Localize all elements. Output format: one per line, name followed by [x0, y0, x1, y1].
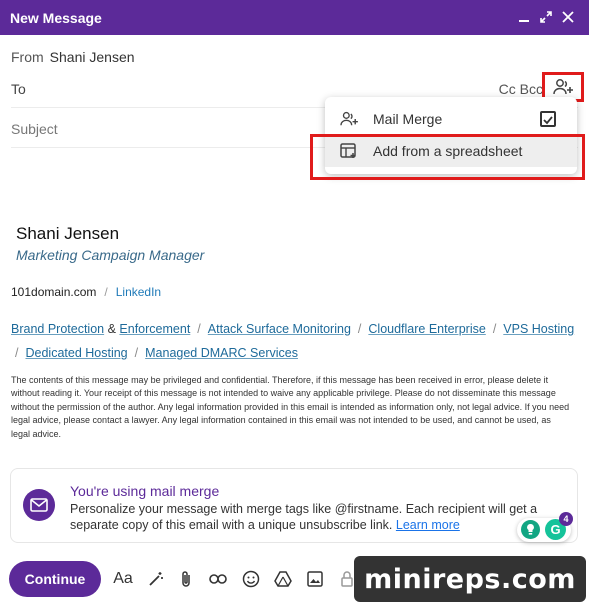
mail-merge-banner: You're using mail merge Personalize your… [10, 468, 578, 543]
separator: / [15, 346, 19, 360]
signature-title: Marketing Campaign Manager [16, 247, 205, 263]
magic-write-icon[interactable] [145, 568, 167, 590]
mail-merge-description: Personalize your message with merge tags… [70, 501, 540, 533]
signature-name: Shani Jensen [16, 224, 120, 243]
service-link[interactable]: Dedicated Hosting [25, 346, 127, 360]
formatting-icon[interactable]: Aa [112, 568, 134, 590]
compose-titlebar: New Message [0, 0, 589, 35]
emoji-icon[interactable] [240, 568, 262, 590]
drive-icon[interactable] [272, 568, 294, 590]
separator: / [357, 322, 362, 336]
annotation-highlight-box [310, 134, 585, 180]
from-value[interactable]: Shani Jensen [50, 49, 135, 65]
watermark-overlay: minireps.com [354, 556, 586, 602]
signature-links: 101domain.com / LinkedIn [11, 285, 161, 299]
expand-icon[interactable] [535, 10, 557, 26]
minimize-icon[interactable] [513, 10, 535, 26]
service-link[interactable]: Enforcement [119, 322, 190, 336]
service-link[interactable]: Attack Surface Monitoring [208, 322, 351, 336]
lightbulb-icon[interactable] [521, 520, 540, 539]
cc-bcc-link[interactable]: Cc Bcc [499, 81, 543, 97]
mail-merge-text: Personalize your message with merge tags… [70, 502, 538, 532]
to-label: To [11, 80, 26, 97]
attachment-icon[interactable] [175, 568, 197, 590]
people-add-icon [325, 111, 373, 127]
separator: / [104, 285, 108, 299]
mail-merge-envelope-icon [23, 489, 55, 521]
subject-placeholder: Subject [11, 120, 58, 137]
separator: / [492, 322, 497, 336]
from-label: From [11, 49, 44, 65]
service-link[interactable]: Cloudflare Enterprise [368, 322, 485, 336]
separator: / [197, 322, 201, 336]
window-title: New Message [10, 9, 102, 26]
service-link[interactable]: Brand Protection [11, 322, 104, 336]
continue-button[interactable]: Continue [9, 561, 101, 597]
insert-photo-icon[interactable] [304, 568, 326, 590]
people-add-icon [553, 79, 573, 95]
signature-domain[interactable]: 101domain.com [11, 285, 96, 299]
signature-services: Brand Protection & Enforcement / Attack Su… [11, 317, 581, 365]
linkedin-link[interactable]: LinkedIn [116, 285, 161, 299]
mail-merge-heading: You're using mail merge [70, 483, 220, 499]
insert-link-icon[interactable] [207, 568, 229, 590]
learn-more-link[interactable]: Learn more [396, 518, 460, 532]
service-link[interactable]: Managed DMARC Services [145, 346, 298, 360]
close-icon[interactable] [557, 10, 579, 26]
grammarly-count-badge: 4 [559, 512, 573, 526]
signature-disclaimer: The contents of this message may be priv… [11, 375, 570, 439]
service-link[interactable]: VPS Hosting [503, 322, 574, 336]
separator: / [134, 346, 139, 360]
grammarly-widget[interactable]: G 4 [517, 512, 573, 542]
mail-merge-checkbox[interactable] [540, 111, 556, 127]
ampersand: & [107, 322, 116, 336]
